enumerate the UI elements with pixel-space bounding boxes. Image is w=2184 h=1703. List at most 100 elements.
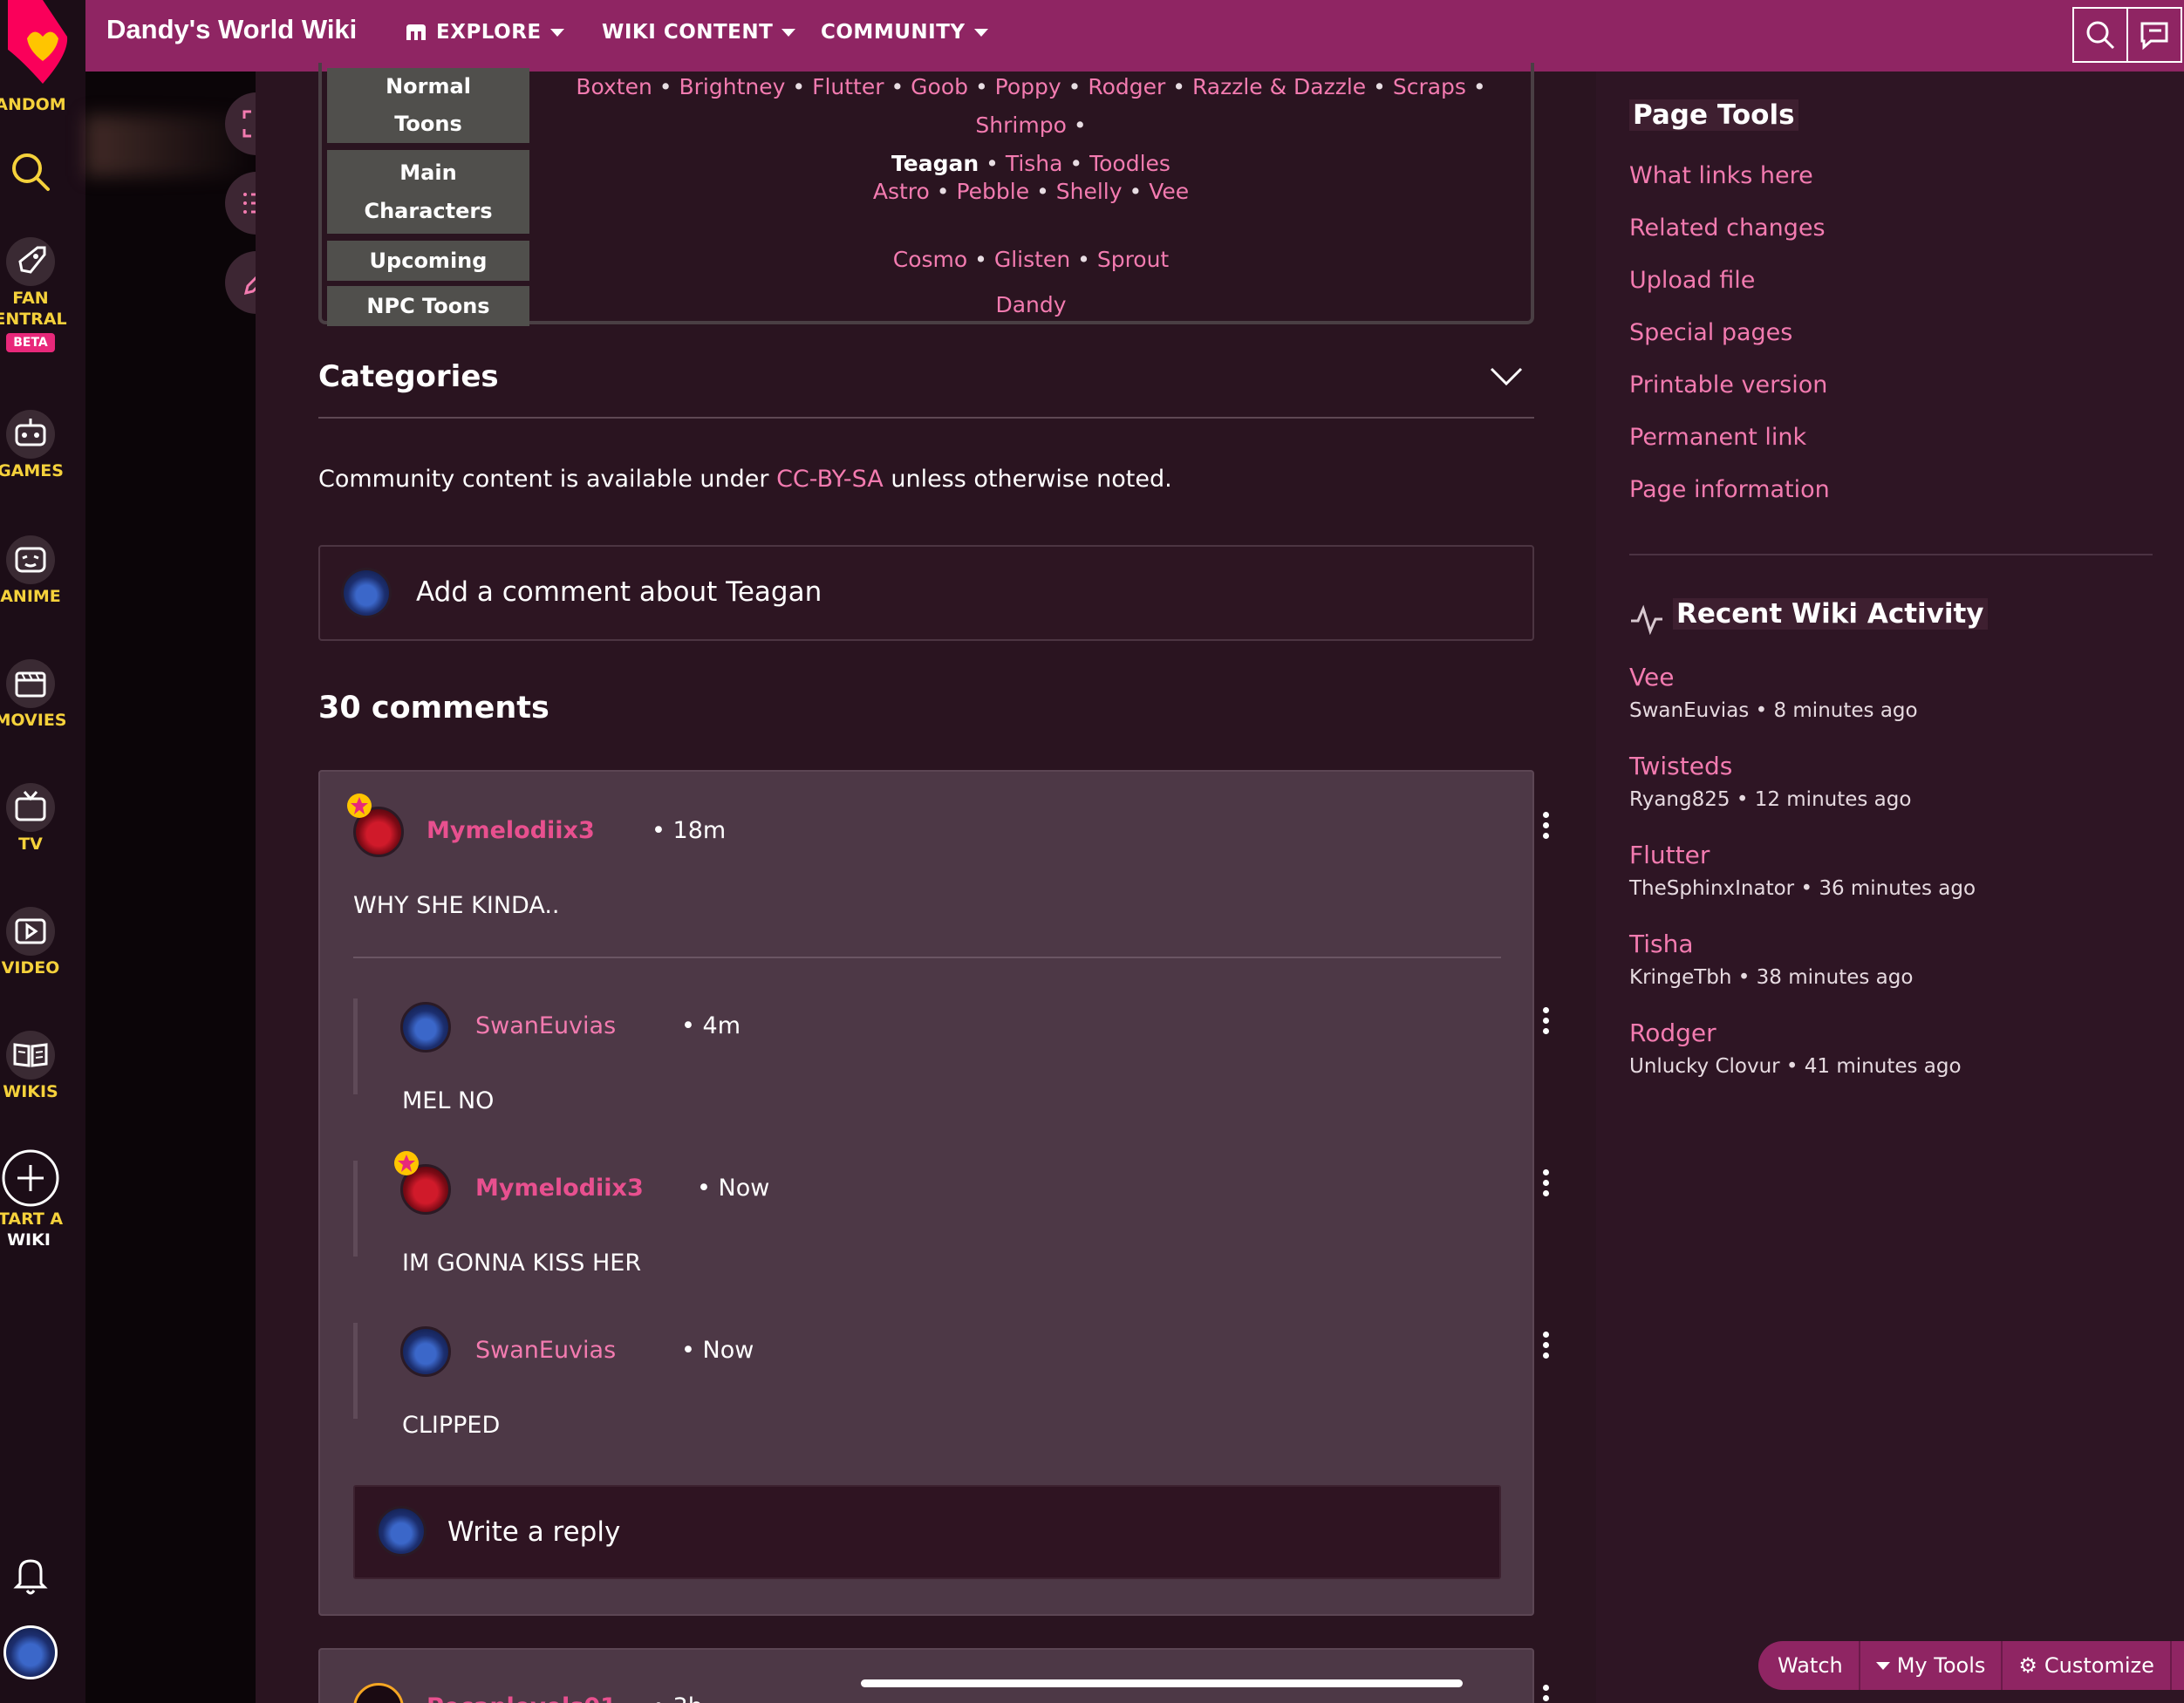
comment-thread: Mymelodiix3 • 18m WHY SHE KINDA.. SwanEu… <box>318 770 1549 1616</box>
navbox-link[interactable]: Boxten <box>576 74 652 99</box>
activity-meta: TheSphinxInator • 36 minutes ago <box>1629 877 1976 900</box>
navbox-row-label: Main Characters <box>327 150 529 234</box>
user-avatar-button[interactable] <box>0 1625 85 1679</box>
navbox-link[interactable]: Goob <box>911 74 968 99</box>
customize-label: Customize <box>2044 1653 2154 1678</box>
comment-author[interactable]: Mymelodiix3 <box>427 817 595 844</box>
star-badge-icon <box>347 794 372 818</box>
search-button[interactable] <box>2072 7 2128 63</box>
notifications-button[interactable] <box>0 1554 85 1597</box>
gnav-wikis[interactable]: WIKIS <box>0 1029 85 1102</box>
comment-time: 3h <box>673 1693 703 1703</box>
wiki-title[interactable]: Dandy's World Wiki <box>106 14 357 45</box>
page-tool-link[interactable]: Upload file <box>1629 267 1755 294</box>
avatar[interactable] <box>353 1683 404 1703</box>
categories-section[interactable]: Categories <box>318 352 1534 419</box>
gnav-start-wiki-label: TART A <box>0 1209 64 1229</box>
wiki-content-menu[interactable]: WIKI CONTENT <box>602 21 796 44</box>
activity-pulse-icon <box>1631 604 1662 635</box>
activity-page-link[interactable]: Flutter <box>1629 841 1710 869</box>
navbox-label-line: Characters <box>364 199 493 223</box>
activity-page-link[interactable]: Vee <box>1629 663 1674 691</box>
gnav-tv[interactable]: TV <box>0 781 85 855</box>
fandom-logo[interactable] <box>0 0 85 87</box>
navbox-link[interactable]: Shrimpo <box>975 112 1066 138</box>
my-tools-button[interactable]: My Tools <box>1860 1641 2003 1690</box>
avatar[interactable] <box>400 1002 451 1052</box>
comment-options-button[interactable] <box>1541 812 1550 841</box>
comment-author[interactable]: Pecanlevels01 <box>427 1693 617 1703</box>
navbox-link[interactable]: Glisten <box>994 247 1070 272</box>
activity-meta: Ryang825 • 12 minutes ago <box>1629 788 1912 811</box>
navbox-link[interactable]: Shelly <box>1056 179 1123 204</box>
comment-thread: Pecanlevels01 • 3h <box>318 1648 1549 1703</box>
reply-author[interactable]: Mymelodiix3 <box>475 1175 644 1202</box>
navbox-link[interactable]: Brightney <box>679 74 785 99</box>
gnav-anime[interactable]: ANIME <box>0 534 85 607</box>
add-comment-box[interactable]: Add a comment about Teagan <box>318 545 1534 641</box>
reply-author[interactable]: SwanEuvias <box>475 1012 616 1039</box>
reply-options-button[interactable] <box>1541 1332 1550 1361</box>
reply-indicator <box>353 1323 358 1419</box>
watch-button[interactable]: Watch <box>1758 1641 1860 1690</box>
gnav-random-label: ANDOM <box>0 95 66 114</box>
watch-label: Watch <box>1778 1653 1843 1678</box>
reply-options-button[interactable] <box>1541 1169 1550 1199</box>
navbox-link[interactable]: Astro <box>873 179 930 204</box>
gnav-search[interactable] <box>0 150 85 194</box>
page-tool-link[interactable]: Printable version <box>1629 371 1827 399</box>
reply-author[interactable]: SwanEuvias <box>475 1337 616 1364</box>
license-text: unless otherwise noted. <box>883 466 1172 493</box>
chevron-down-icon <box>781 28 796 37</box>
navbox-link[interactable]: Scraps <box>1393 74 1466 99</box>
discussions-button[interactable] <box>2126 7 2182 63</box>
navbox-link[interactable]: Rodger <box>1088 74 1165 99</box>
gnav-movies[interactable]: MOVIES <box>0 657 85 731</box>
reply-text: CLIPPED <box>402 1412 501 1439</box>
activity-page-link[interactable]: Rodger <box>1629 1018 1716 1047</box>
gnav-fan-central[interactable]: FAN ENTRAL BETA <box>0 235 85 352</box>
navbox-link[interactable]: Razzle & Dazzle <box>1192 74 1366 99</box>
add-comment-placeholder: Add a comment about Teagan <box>416 576 822 608</box>
explore-label: EXPLORE <box>436 21 542 44</box>
page-tool-link[interactable]: Related changes <box>1629 215 1826 242</box>
chevron-down-icon <box>1875 1661 1890 1670</box>
navbox-link[interactable]: Flutter <box>812 74 884 99</box>
write-reply-box[interactable]: Write a reply <box>353 1485 1501 1579</box>
navbox-link[interactable]: Cosmo <box>893 247 967 272</box>
navbox-link[interactable]: Pebble <box>956 179 1029 204</box>
gnav-games[interactable]: GAMES <box>0 408 85 481</box>
license-link[interactable]: CC-BY-SA <box>776 466 884 493</box>
customize-button[interactable]: ⚙ Customize <box>2003 1641 2172 1690</box>
tv-icon <box>6 783 55 832</box>
page-tool-link[interactable]: Permanent link <box>1629 424 1806 451</box>
navbox-link[interactable]: Sprout <box>1097 247 1169 272</box>
page-tool-link[interactable]: What links here <box>1629 162 1813 189</box>
wiki-header: Dandy's World Wiki EXPLORE WIKI CONTENT … <box>85 0 2184 72</box>
global-navigation: ANDOM FAN ENTRAL BETA GAMES ANIME MOVIES… <box>0 0 85 1703</box>
license-text: Community content is available under <box>318 466 777 493</box>
reply-options-button[interactable] <box>1541 1007 1550 1037</box>
chevron-down-icon <box>1490 367 1523 386</box>
gnav-random[interactable]: ANDOM <box>0 94 85 115</box>
plus-circle-icon <box>2 1149 59 1207</box>
navbox-link[interactable]: Poppy <box>995 74 1061 99</box>
explore-menu[interactable]: EXPLORE <box>405 21 564 44</box>
activity-page-link[interactable]: Tisha <box>1629 930 1694 958</box>
horizontal-scroll-indicator[interactable] <box>861 1679 1463 1687</box>
reply-time: Now <box>718 1175 770 1202</box>
navbox-link[interactable]: Vee <box>1149 179 1189 204</box>
gnav-video[interactable]: VIDEO <box>0 905 85 978</box>
avatar <box>341 568 392 618</box>
navbox-link[interactable]: Dandy <box>995 292 1066 317</box>
divider <box>1629 554 2153 555</box>
page-tool-link[interactable]: Special pages <box>1629 319 1792 346</box>
avatar[interactable] <box>400 1326 451 1377</box>
page-tool-link[interactable]: Page information <box>1629 476 1830 503</box>
speech-bubble-icon <box>2140 22 2168 51</box>
activity-page-link[interactable]: Twisteds <box>1629 752 1732 780</box>
shortcuts-button[interactable]: Sh <box>2172 1641 2184 1690</box>
gnav-start-wiki[interactable]: TART A WIKI <box>0 1148 85 1250</box>
community-menu[interactable]: COMMUNITY <box>821 21 988 44</box>
comment-options-button[interactable] <box>1541 1685 1550 1703</box>
